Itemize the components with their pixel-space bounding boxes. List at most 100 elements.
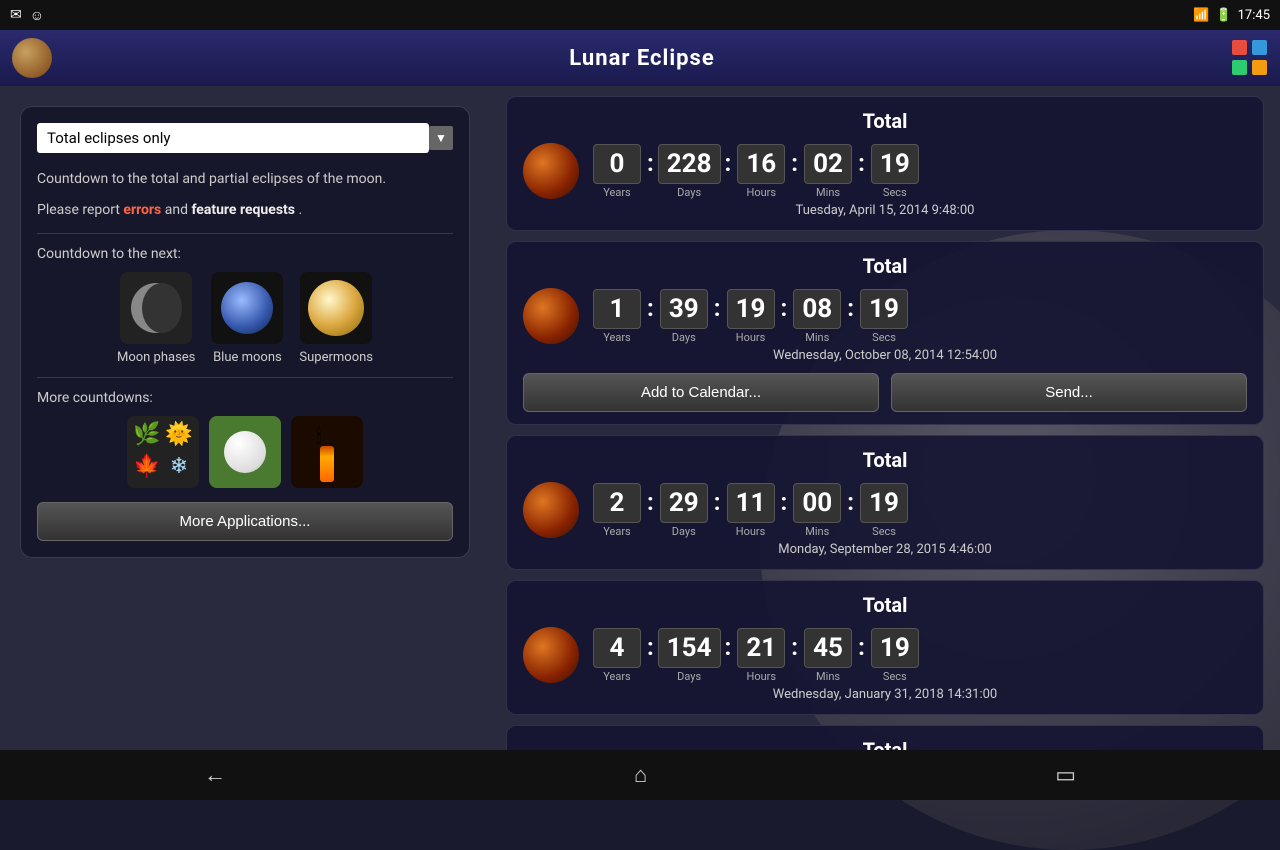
hours-label-4: Hours bbox=[747, 670, 777, 683]
grid-icon[interactable] bbox=[1232, 40, 1268, 76]
errors-link[interactable]: errors bbox=[123, 202, 161, 218]
status-left-icons: ✉ ☺ bbox=[10, 7, 44, 24]
desc-period: . bbox=[298, 202, 302, 218]
years-value-4: 4 bbox=[593, 628, 641, 668]
days-value-2: 39 bbox=[660, 289, 708, 329]
secs-label-2: Secs bbox=[872, 331, 896, 344]
time-display-1: 0 Years : 228 Days : 16 Hours : bbox=[591, 144, 1247, 199]
moon-thumb-2 bbox=[523, 288, 579, 344]
hours-value-4: 21 bbox=[737, 628, 785, 668]
status-right-icons: 📶 🔋 17:45 bbox=[1193, 8, 1270, 23]
years-block-1: 0 Years bbox=[591, 144, 643, 199]
home-button[interactable]: ⌂ bbox=[634, 762, 647, 788]
send-button[interactable]: Send... bbox=[891, 373, 1247, 412]
wifi-icon: 📶 bbox=[1193, 8, 1209, 23]
days-label-4: Days bbox=[677, 670, 701, 683]
eclipse-date-1: Tuesday, April 15, 2014 9:48:00 bbox=[523, 203, 1247, 218]
supermoons-item[interactable]: Supermoons bbox=[299, 272, 373, 365]
hours-label-3: Hours bbox=[736, 525, 766, 538]
secs-label-4: Secs bbox=[883, 670, 907, 683]
years-value-3: 2 bbox=[593, 483, 641, 523]
golf-ball bbox=[224, 431, 266, 473]
blue-moons-item[interactable]: Blue moons bbox=[211, 272, 283, 365]
time-display-4: 4 Years : 154 Days : 21 Hours : bbox=[591, 628, 1247, 683]
mins-label-1: Mins bbox=[816, 186, 840, 199]
colon-3c: : bbox=[777, 488, 792, 516]
eclipse-card-3: Total 2 Years : 29 Days : 11 bbox=[506, 435, 1264, 570]
eclipse-card-5: Total bbox=[506, 725, 1264, 750]
mins-block-1: 02 Mins bbox=[802, 144, 854, 199]
more-applications-button[interactable]: More Applications... bbox=[37, 502, 453, 541]
mins-value-2: 08 bbox=[793, 289, 841, 329]
recent-apps-button[interactable]: ▭ bbox=[1055, 763, 1076, 788]
years-block-4: 4 Years bbox=[591, 628, 643, 683]
eclipse-title-5: Total bbox=[523, 738, 1247, 750]
left-panel-card: Total eclipses only ▼ Countdown to the t… bbox=[20, 106, 470, 558]
avatar bbox=[12, 38, 52, 78]
days-block-3: 29 Days bbox=[658, 483, 710, 538]
moon-phases-item[interactable]: Moon phases bbox=[117, 272, 195, 365]
years-value-2: 1 bbox=[593, 289, 641, 329]
years-label-4: Years bbox=[603, 670, 630, 683]
years-label-1: Years bbox=[603, 186, 630, 199]
mail-icon: ✉ bbox=[10, 7, 22, 23]
clock: 17:45 bbox=[1238, 8, 1270, 23]
add-to-calendar-button[interactable]: Add to Calendar... bbox=[523, 373, 879, 412]
eclipse-date-3: Monday, September 28, 2015 4:46:00 bbox=[523, 542, 1247, 557]
mins-value-4: 45 bbox=[804, 628, 852, 668]
eclipse-filter-label: Total eclipses only bbox=[47, 129, 170, 147]
days-block-4: 154 Days bbox=[658, 628, 721, 683]
more-countdowns-label: More countdowns: bbox=[37, 390, 453, 406]
secs-value-4: 19 bbox=[871, 628, 919, 668]
seasons-icon[interactable]: 🌿 🌞 🍁 ❄ bbox=[127, 416, 199, 488]
colon-3b: : bbox=[710, 488, 725, 516]
secs-value-2: 19 bbox=[860, 289, 908, 329]
more-countdown-icons: 🌿 🌞 🍁 ❄ bbox=[37, 416, 453, 488]
days-block-2: 39 Days bbox=[658, 289, 710, 344]
app-bar: Lunar Eclipse bbox=[0, 30, 1280, 86]
colon-4d: : bbox=[854, 633, 869, 661]
sun-icon: 🌞 bbox=[165, 422, 193, 450]
desc-and: and bbox=[165, 202, 192, 218]
eclipse-date-2: Wednesday, October 08, 2014 12:54:00 bbox=[523, 348, 1247, 363]
eclipse-title-1: Total bbox=[523, 109, 1247, 133]
candle-icon[interactable] bbox=[291, 416, 363, 488]
feature-link[interactable]: feature requests bbox=[191, 202, 295, 218]
moon-phases-icon bbox=[120, 272, 192, 344]
colon-2b: : bbox=[710, 294, 725, 322]
battery-icon: 🔋 bbox=[1215, 8, 1231, 23]
golf-icon[interactable] bbox=[209, 416, 281, 488]
app-title: Lunar Eclipse bbox=[52, 46, 1232, 71]
colon-1d: : bbox=[854, 149, 869, 177]
leaf-icon: 🍁 bbox=[133, 454, 161, 482]
mins-label-2: Mins bbox=[805, 331, 829, 344]
description2: Please report errors and feature request… bbox=[37, 200, 453, 221]
eclipse-title-3: Total bbox=[523, 448, 1247, 472]
smiley-icon: ☺ bbox=[30, 7, 44, 24]
supermoons-label: Supermoons bbox=[299, 350, 373, 365]
dropdown-arrow-icon[interactable]: ▼ bbox=[429, 126, 453, 150]
blue-moons-label: Blue moons bbox=[213, 350, 282, 365]
moon-type-icons: Moon phases Blue moons Supermoons bbox=[37, 272, 453, 365]
moon-thumb-1 bbox=[523, 143, 579, 199]
mins-block-2: 08 Mins bbox=[791, 289, 843, 344]
mins-block-3: 00 Mins bbox=[791, 483, 843, 538]
colon-3d: : bbox=[843, 488, 858, 516]
eclipse-title-4: Total bbox=[523, 593, 1247, 617]
colon-1c: : bbox=[787, 149, 802, 177]
colon-4b: : bbox=[721, 633, 736, 661]
countdown-row-1: 0 Years : 228 Days : 16 Hours : bbox=[523, 143, 1247, 199]
eclipse-filter-dropdown[interactable]: Total eclipses only bbox=[37, 123, 429, 153]
days-value-4: 154 bbox=[658, 628, 721, 668]
days-block-1: 228 Days bbox=[658, 144, 721, 199]
countdown-label: Countdown to the next: bbox=[37, 246, 453, 262]
divider2 bbox=[37, 377, 453, 378]
back-button[interactable]: ← bbox=[204, 762, 226, 788]
years-label-3: Years bbox=[603, 525, 630, 538]
secs-value-3: 19 bbox=[860, 483, 908, 523]
mins-value-3: 00 bbox=[793, 483, 841, 523]
colon-1a: : bbox=[643, 149, 658, 177]
secs-block-1: 19 Secs bbox=[869, 144, 921, 199]
desc-please: Please report bbox=[37, 202, 123, 218]
hours-label-1: Hours bbox=[747, 186, 777, 199]
